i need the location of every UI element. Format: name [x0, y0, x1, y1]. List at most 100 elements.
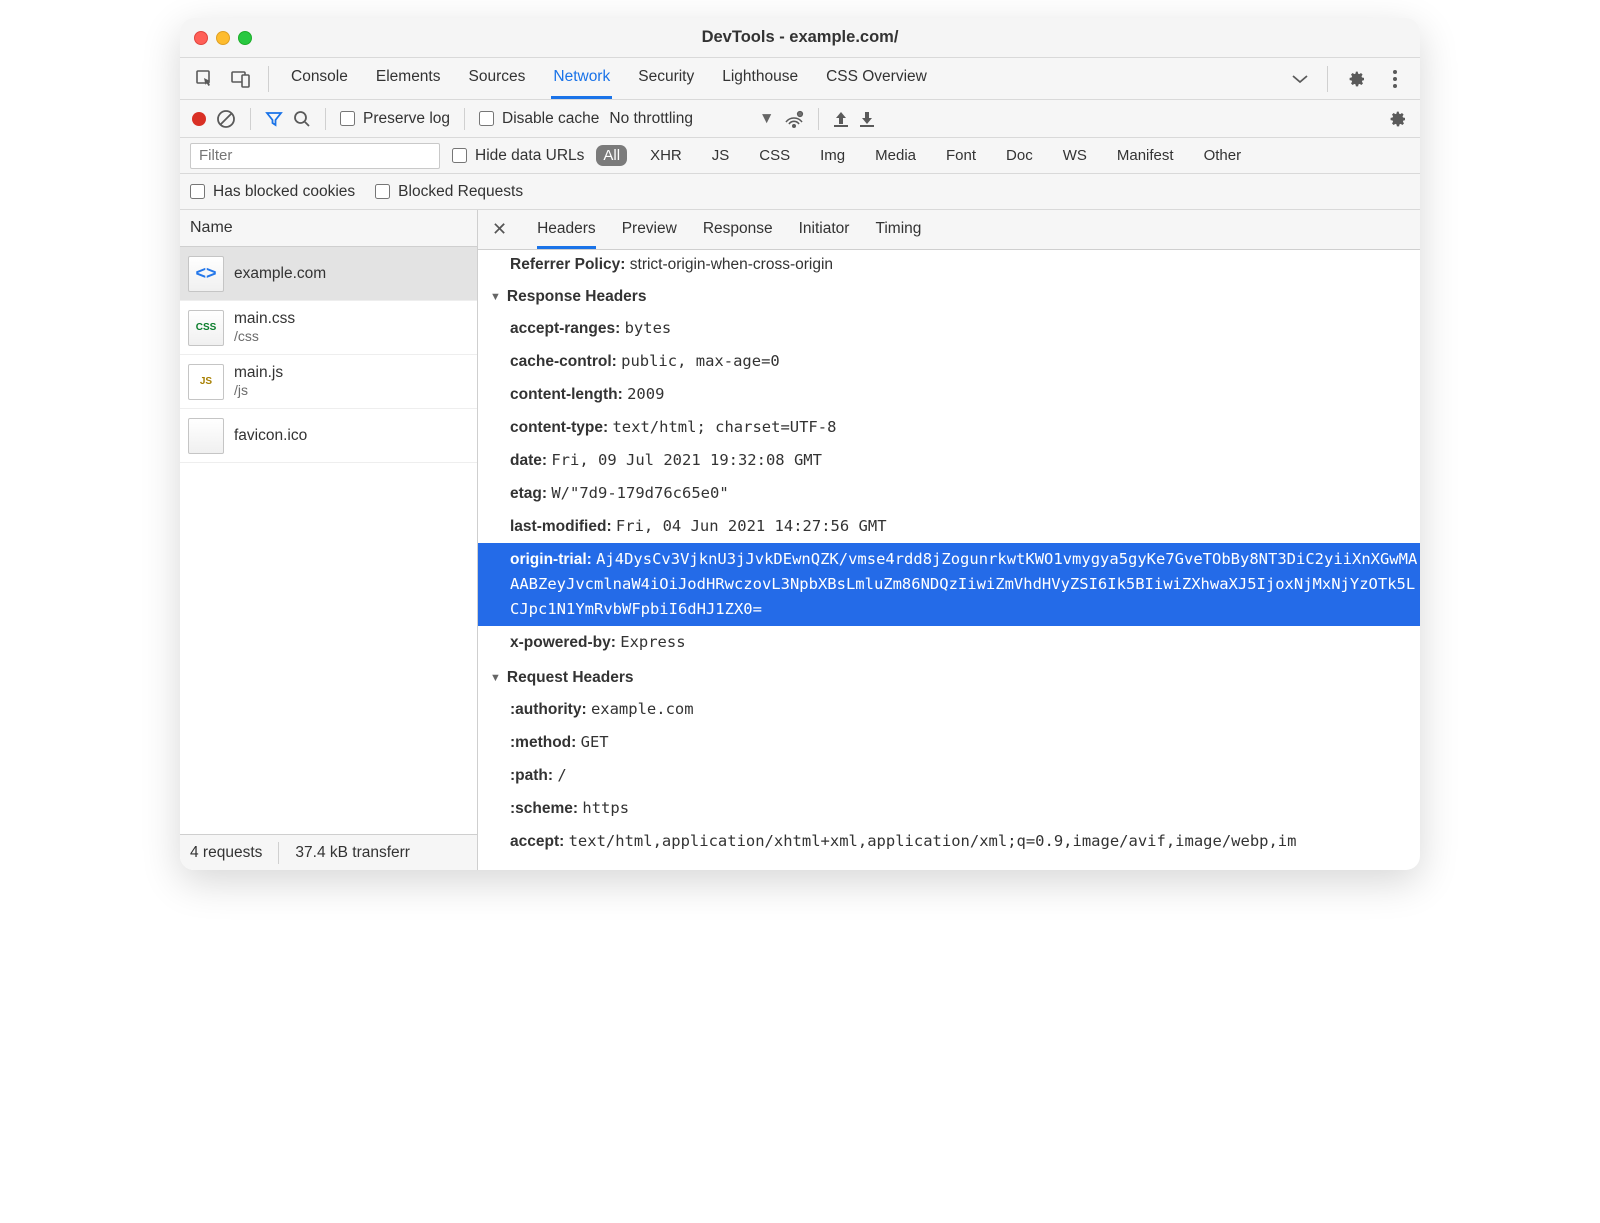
tab-css-overview[interactable]: CSS Overview [824, 58, 929, 99]
type-filter-doc[interactable]: Doc [999, 145, 1040, 166]
download-har-icon[interactable] [859, 110, 875, 128]
tab-security[interactable]: Security [636, 58, 696, 99]
details-body[interactable]: Referrer Policy: strict-origin-when-cros… [478, 250, 1420, 870]
header-value: text/html,application/xhtml+xml,applicat… [569, 832, 1297, 850]
main-toolbar: Console Elements Sources Network Security Lig… [180, 58, 1420, 100]
header-key: date: [510, 452, 551, 469]
filter-icon[interactable] [265, 110, 283, 128]
tab-lighthouse[interactable]: Lighthouse [720, 58, 800, 99]
header-row[interactable]: :method: GET [478, 726, 1420, 759]
details-tab-initiator[interactable]: Initiator [799, 210, 850, 249]
type-filter-manifest[interactable]: Manifest [1110, 145, 1181, 166]
header-key: etag: [510, 485, 551, 502]
network-conditions-icon[interactable] [784, 110, 804, 128]
header-row[interactable]: accept: text/html,application/xhtml+xml,… [478, 825, 1420, 858]
type-filter-all[interactable]: All [596, 145, 627, 166]
zoom-window-button[interactable] [238, 31, 252, 45]
referrer-policy-row: Referrer Policy: strict-origin-when-cros… [478, 252, 1420, 278]
request-row[interactable]: CSSmain.css/css [180, 301, 477, 355]
kebab-menu-icon[interactable] [1382, 66, 1408, 92]
header-row[interactable]: cache-control: public, max-age=0 [478, 345, 1420, 378]
type-filter-font[interactable]: Font [939, 145, 983, 166]
close-window-button[interactable] [194, 31, 208, 45]
request-headers-title: Request Headers [507, 669, 634, 687]
header-row[interactable]: etag: W/"7d9-179d76c65e0" [478, 477, 1420, 510]
type-filter-js[interactable]: JS [705, 145, 737, 166]
header-row[interactable]: :scheme: https [478, 792, 1420, 825]
inspect-element-icon[interactable] [192, 66, 218, 92]
referrer-policy-key: Referrer Policy: [510, 256, 625, 273]
type-filter-other[interactable]: Other [1197, 145, 1249, 166]
tab-network[interactable]: Network [551, 58, 612, 99]
header-value: Fri, 04 Jun 2021 14:27:56 GMT [616, 517, 887, 535]
transfer-size: 37.4 kB transferr [295, 844, 410, 862]
requests-column-header[interactable]: Name [180, 210, 477, 247]
divider [250, 108, 251, 130]
blocked-requests-checkbox[interactable]: Blocked Requests [375, 183, 523, 201]
close-details-icon[interactable]: ✕ [488, 219, 511, 240]
type-filter-img[interactable]: Img [813, 145, 852, 166]
type-filter-media[interactable]: Media [868, 145, 923, 166]
header-row[interactable]: x-powered-by: Express [478, 626, 1420, 659]
header-row[interactable]: origin-trial: Aj4DysCv3VjknU3jJvkDEwnQZK… [478, 543, 1420, 626]
header-row[interactable]: accept-ranges: bytes [478, 312, 1420, 345]
upload-har-icon[interactable] [833, 110, 849, 128]
referrer-policy-value: strict-origin-when-cross-origin [630, 256, 833, 273]
header-value: public, max-age=0 [621, 352, 780, 370]
preserve-log-checkbox[interactable]: Preserve log [340, 110, 450, 128]
header-row[interactable]: date: Fri, 09 Jul 2021 19:32:08 GMT [478, 444, 1420, 477]
type-filter-xhr[interactable]: XHR [643, 145, 689, 166]
type-filter-css[interactable]: CSS [752, 145, 797, 166]
tab-console[interactable]: Console [289, 58, 350, 99]
header-value: Express [620, 633, 685, 651]
header-row[interactable]: :path: / [478, 759, 1420, 792]
header-key: origin-trial: [510, 551, 596, 568]
disclosure-triangle-icon: ▼ [490, 672, 501, 684]
search-icon[interactable] [293, 110, 311, 128]
header-value: https [582, 799, 629, 817]
details-tab-response[interactable]: Response [703, 210, 773, 249]
network-toolbar: Preserve log Disable cache No throttling… [180, 100, 1420, 138]
request-row[interactable]: <>example.com [180, 247, 477, 301]
details-tab-preview[interactable]: Preview [622, 210, 677, 249]
more-tabs-icon[interactable] [1287, 66, 1313, 92]
device-toolbar-icon[interactable] [228, 66, 254, 92]
settings-icon[interactable] [1344, 66, 1370, 92]
network-settings-icon[interactable] [1388, 109, 1408, 129]
other-file-icon [188, 418, 224, 454]
panel-tabs: Console Elements Sources Network Security Lig… [289, 58, 1277, 99]
header-row[interactable]: last-modified: Fri, 04 Jun 2021 14:27:56… [478, 510, 1420, 543]
devtools-window: DevTools - example.com/ ConsoleElementsS… [180, 18, 1420, 870]
request-count: 4 requests [190, 844, 262, 862]
type-filter-ws[interactable]: WS [1056, 145, 1094, 166]
request-row[interactable]: JSmain.js/js [180, 355, 477, 409]
header-value: / [557, 766, 566, 784]
record-button[interactable] [192, 112, 206, 126]
disable-cache-checkbox[interactable]: Disable cache [479, 110, 599, 128]
request-headers-section[interactable]: ▼ Request Headers [478, 659, 1420, 693]
header-value: bytes [625, 319, 672, 337]
js-file-icon: JS [188, 364, 224, 400]
requests-list: <>example.comCSSmain.css/cssJSmain.js/js… [180, 247, 477, 834]
tab-elements[interactable]: Elements [374, 58, 443, 99]
header-row[interactable]: :authority: example.com [478, 693, 1420, 726]
request-row[interactable]: favicon.ico [180, 409, 477, 463]
response-headers-title: Response Headers [507, 288, 647, 306]
throttling-value: No throttling [609, 110, 693, 128]
header-key: :path: [510, 767, 557, 784]
response-headers-section[interactable]: ▼ Response Headers [478, 278, 1420, 312]
header-row[interactable]: content-length: 2009 [478, 378, 1420, 411]
clear-icon[interactable] [216, 109, 236, 129]
details-tab-timing[interactable]: Timing [875, 210, 921, 249]
css-file-icon: CSS [188, 310, 224, 346]
hide-data-urls-checkbox[interactable]: Hide data URLs [452, 147, 584, 165]
filter-input[interactable] [190, 143, 440, 169]
tab-sources[interactable]: Sources [467, 58, 528, 99]
header-row[interactable]: content-type: text/html; charset=UTF-8 [478, 411, 1420, 444]
has-blocked-cookies-checkbox[interactable]: Has blocked cookies [190, 183, 355, 201]
request-name: favicon.ico [234, 426, 307, 445]
throttling-select[interactable]: No throttling ▼ [609, 110, 774, 128]
details-tab-headers[interactable]: Headers [537, 210, 596, 249]
divider [1327, 66, 1328, 92]
minimize-window-button[interactable] [216, 31, 230, 45]
